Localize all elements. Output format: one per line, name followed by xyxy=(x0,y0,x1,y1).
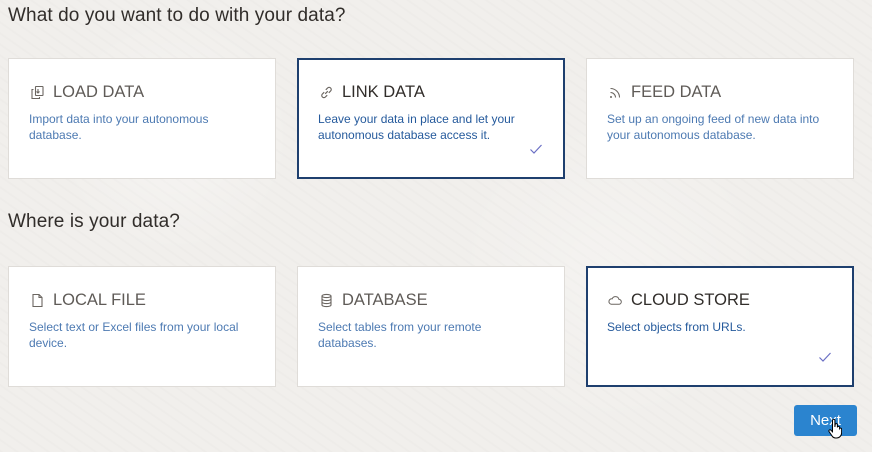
load-data-icon xyxy=(29,85,45,101)
database-icon xyxy=(318,293,334,309)
card-header: DATABASE xyxy=(318,291,428,310)
card-header: CLOUD STORE xyxy=(607,291,750,310)
next-button[interactable]: Next xyxy=(794,405,857,436)
card-description: Leave your data in place and let your au… xyxy=(318,112,515,142)
card-description: Set up an ongoing feed of new data into … xyxy=(607,112,820,142)
link-data-card[interactable]: LINK DATA Leave your data in place and l… xyxy=(297,58,565,179)
local-file-card[interactable]: LOCAL FILE Select text or Excel files fr… xyxy=(8,266,276,387)
card-description: Import data into your autonomous databas… xyxy=(29,112,209,142)
checkmark-icon xyxy=(819,352,831,362)
database-card[interactable]: DATABASE Select tables from your remote … xyxy=(297,266,565,387)
card-description: Select objects from URLs. xyxy=(607,320,746,334)
card-description: Select tables from your remote databases… xyxy=(318,320,482,350)
link-icon xyxy=(318,85,334,101)
source-cards: LOCAL FILE Select text or Excel files fr… xyxy=(8,266,854,387)
cloud-store-card[interactable]: CLOUD STORE Select objects from URLs. xyxy=(586,266,854,387)
card-title: CLOUD STORE xyxy=(631,291,750,309)
feed-data-card[interactable]: FEED DATA Set up an ongoing feed of new … xyxy=(586,58,854,179)
file-icon xyxy=(29,293,45,309)
card-header: FEED DATA xyxy=(607,83,721,102)
cloud-icon xyxy=(607,293,623,309)
card-header: LINK DATA xyxy=(318,83,425,102)
card-title: DATABASE xyxy=(342,291,428,309)
feed-icon xyxy=(607,85,623,101)
card-title: LOAD DATA xyxy=(53,83,145,101)
card-title: FEED DATA xyxy=(631,83,722,101)
action-cards: LOAD DATA Import data into your autonomo… xyxy=(8,58,854,179)
card-description: Select text or Excel files from your loc… xyxy=(29,320,239,350)
card-header: LOCAL FILE xyxy=(29,291,146,310)
card-title: LOCAL FILE xyxy=(53,291,146,309)
action-question: What do you want to do with your data? xyxy=(8,5,346,26)
card-title: LINK DATA xyxy=(342,83,425,101)
checkmark-icon xyxy=(530,144,542,154)
load-data-card[interactable]: LOAD DATA Import data into your autonomo… xyxy=(8,58,276,179)
card-header: LOAD DATA xyxy=(29,83,144,102)
source-question: Where is your data? xyxy=(8,211,180,232)
